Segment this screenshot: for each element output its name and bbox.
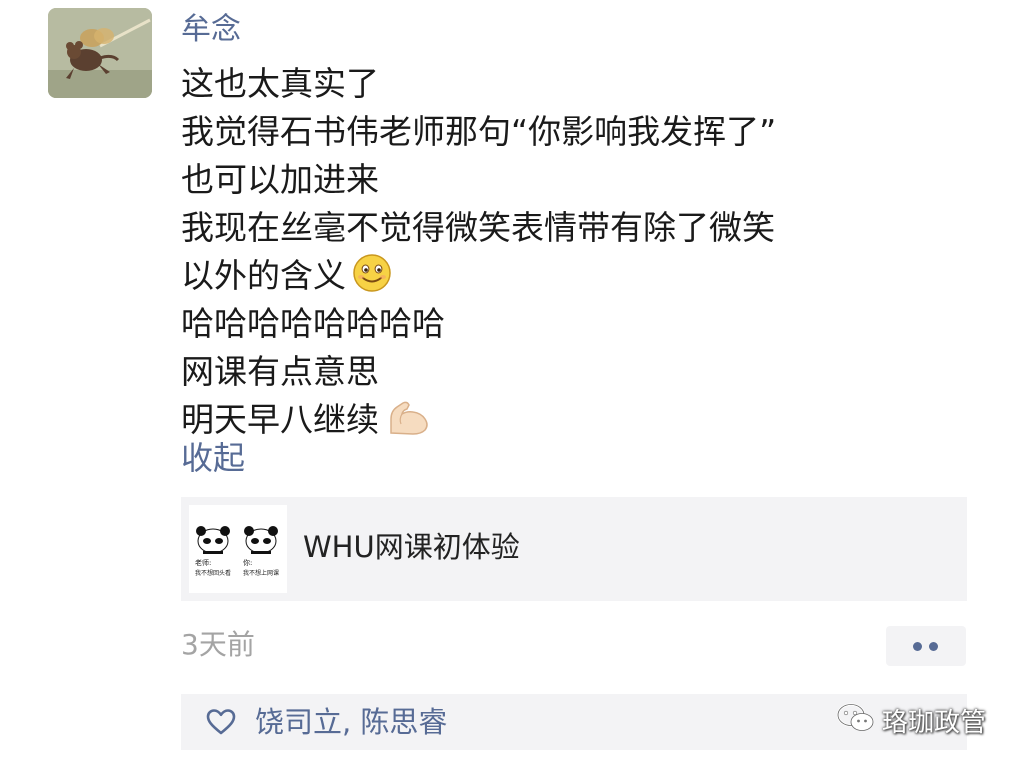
cartoon-mouse-avatar-icon <box>48 8 152 98</box>
post-line: 以外的含义 <box>181 252 981 300</box>
svg-text:老师:: 老师: <box>195 558 211 567</box>
post-text: 这也太真实了 我觉得石书伟老师那句“你影响我发挥了” 也可以加进来 我现在丝毫不… <box>181 60 981 444</box>
watermark-text: 珞珈政管 <box>882 707 987 738</box>
link-thumbnail: 老师: 我不想回头看 你: 我不想上网课 <box>189 505 287 593</box>
post-timestamp: 3天前 <box>181 628 255 661</box>
panda-meme-left-icon <box>196 526 230 554</box>
dot-icon <box>929 642 938 651</box>
smile-emoji-icon <box>352 253 392 306</box>
svg-text:我不想上网课: 我不想上网课 <box>243 569 279 577</box>
collapse-link[interactable]: 收起 <box>181 436 245 480</box>
flexed-biceps-emoji-icon <box>385 397 435 450</box>
svg-text:你:: 你: <box>243 558 252 567</box>
post-line: 我觉得石书伟老师那句“你影响我发挥了” <box>181 112 777 151</box>
post-line: 明天早八继续 <box>181 396 981 444</box>
wechat-logo-icon <box>836 701 876 739</box>
post-line: 我现在丝毫不觉得微笑表情带有除了微笑 <box>181 208 775 247</box>
post-line: 哈哈哈哈哈哈哈哈 <box>181 304 445 343</box>
post-line: 这也太真实了 <box>181 64 379 103</box>
author-name[interactable]: 牟念 <box>181 8 241 52</box>
panda-meme-right-icon <box>244 526 278 554</box>
heart-outline-icon <box>205 708 237 740</box>
shared-link-card[interactable]: 老师: 我不想回头看 你: 我不想上网课 WHU网课初体验 <box>181 497 967 601</box>
avatar[interactable] <box>48 8 152 98</box>
svg-text:我不想回头看: 我不想回头看 <box>195 569 231 577</box>
likes-names[interactable]: 饶司立, 陈思睿 <box>255 698 447 746</box>
dot-icon <box>913 642 922 651</box>
post-line: 也可以加进来 <box>181 160 379 199</box>
watermark: 珞珈政管 <box>836 698 986 742</box>
post-line: 网课有点意思 <box>181 352 379 391</box>
more-actions-button[interactable] <box>886 626 966 666</box>
link-title: WHU网课初体验 <box>303 530 520 564</box>
